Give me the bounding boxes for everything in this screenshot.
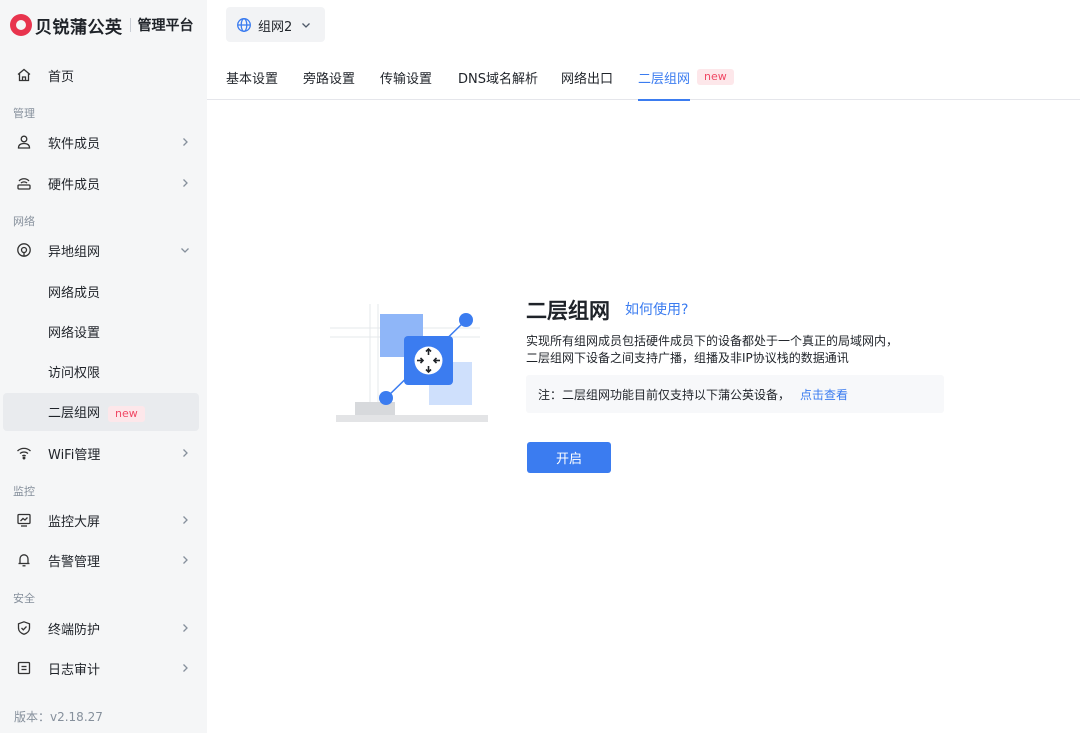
network-icon bbox=[16, 242, 32, 258]
brand-divider bbox=[129, 18, 131, 32]
sidebar-section-monitor: 监控 bbox=[13, 485, 35, 498]
sidebar-item-wifi-management[interactable]: WiFi管理 bbox=[3, 434, 199, 472]
sidebar-item-label: 网络设置 bbox=[48, 325, 101, 341]
tab-basic-settings[interactable]: 基本设置 bbox=[226, 68, 278, 100]
sidebar-item-label: 告警管理 bbox=[48, 554, 101, 570]
version-label: 版本：v2.18.27 bbox=[14, 710, 103, 724]
chevron-right-icon bbox=[179, 554, 191, 566]
supported-devices-note: 注：二层组网功能目前仅支持以下蒲公英设备， 点击查看 bbox=[526, 375, 944, 413]
sidebar-section-security: 安全 bbox=[13, 592, 35, 605]
chevron-down-icon bbox=[179, 244, 191, 256]
sidebar-item-remote-network[interactable]: 异地组网 bbox=[3, 231, 199, 269]
chevron-right-icon bbox=[179, 662, 191, 674]
feature-description-line: 二层组网下设备之间支持广播，组播及非IP协议栈的数据通讯 bbox=[526, 351, 849, 365]
sidebar-item-label: 软件成员 bbox=[48, 136, 101, 152]
sidebar-section-network: 网络 bbox=[13, 215, 35, 228]
sidebar-item-label: 日志审计 bbox=[48, 662, 101, 678]
sidebar-item-label: 终端防护 bbox=[48, 622, 101, 638]
sidebar-item-layer2-network[interactable]: 二层组网 new bbox=[3, 393, 199, 431]
sidebar-item-network-members[interactable]: 网络成员 bbox=[3, 272, 199, 310]
feature-description-line: 实现所有组网成员包括硬件成员下的设备都处于一个真正的局域网内， bbox=[526, 334, 899, 348]
chevron-right-icon bbox=[179, 177, 191, 189]
sidebar-item-label: 异地组网 bbox=[48, 244, 101, 260]
enable-button[interactable]: 开启 bbox=[527, 442, 611, 473]
tab-bypass-settings[interactable]: 旁路设置 bbox=[303, 68, 355, 100]
home-icon bbox=[16, 67, 32, 83]
shield-icon bbox=[16, 620, 32, 636]
sidebar: 贝锐蒲公英 管理平台 首页 管理 软件成员 硬件成员 网络 异地组网 网络成员 … bbox=[0, 0, 207, 733]
sidebar-item-log-audit[interactable]: 日志审计 bbox=[3, 649, 199, 687]
tab-dns-resolution[interactable]: DNS域名解析 bbox=[458, 68, 538, 100]
wifi-icon bbox=[16, 445, 32, 461]
sidebar-item-label: 访问权限 bbox=[48, 365, 101, 381]
sidebar-item-access-control[interactable]: 访问权限 bbox=[3, 352, 199, 390]
user-icon bbox=[16, 134, 32, 150]
sidebar-item-network-settings[interactable]: 网络设置 bbox=[3, 312, 199, 350]
tab-network-exit[interactable]: 网络出口 bbox=[561, 68, 613, 100]
chevron-right-icon bbox=[179, 447, 191, 459]
network-selector[interactable]: 组网2 bbox=[226, 7, 325, 42]
sidebar-item-endpoint-protection[interactable]: 终端防护 bbox=[3, 609, 199, 647]
sidebar-item-label: 首页 bbox=[48, 69, 75, 85]
sidebar-item-label: 二层组网 bbox=[48, 406, 101, 422]
sidebar-item-hardware-members[interactable]: 硬件成员 bbox=[3, 164, 199, 202]
new-badge: new bbox=[108, 405, 145, 422]
monitor-icon bbox=[16, 512, 32, 528]
bell-icon bbox=[16, 552, 32, 568]
sidebar-item-home[interactable]: 首页 bbox=[3, 56, 199, 94]
tab-label: 二层组网 bbox=[638, 72, 691, 87]
sidebar-item-label: 硬件成员 bbox=[48, 177, 101, 193]
chevron-right-icon bbox=[179, 136, 191, 148]
chevron-right-icon bbox=[179, 622, 191, 634]
feature-description: 实现所有组网成员包括硬件成员下的设备都处于一个真正的局域网内， 二层组网下设备之… bbox=[526, 333, 898, 367]
brand-logo[interactable]: 贝锐蒲公英 管理平台 bbox=[10, 12, 194, 38]
sidebar-item-monitor-screen[interactable]: 监控大屏 bbox=[3, 501, 199, 539]
chevron-right-icon bbox=[179, 514, 191, 526]
log-icon bbox=[16, 660, 32, 676]
chevron-down-icon bbox=[300, 19, 312, 31]
brand-name: 贝锐蒲公英 bbox=[35, 17, 123, 38]
sidebar-item-label: 网络成员 bbox=[48, 285, 101, 301]
sidebar-item-label: 监控大屏 bbox=[48, 514, 101, 530]
view-devices-link[interactable]: 点击查看 bbox=[800, 386, 848, 403]
tab-layer2-network[interactable]: 二层组网 bbox=[638, 68, 691, 101]
new-badge: new bbox=[697, 69, 734, 85]
tab-transfer-settings[interactable]: 传输设置 bbox=[380, 68, 432, 100]
router-icon bbox=[16, 175, 32, 191]
globe-icon bbox=[236, 17, 252, 33]
settings-tabs: 基本设置 旁路设置 传输设置 DNS域名解析 网络出口 二层组网 new bbox=[207, 60, 1080, 101]
note-text: 注：二层组网功能目前仅支持以下蒲公英设备， bbox=[538, 387, 791, 402]
brand-logo-icon bbox=[10, 14, 32, 36]
sidebar-item-alert-management[interactable]: 告警管理 bbox=[3, 541, 199, 579]
layer2-network-illustration bbox=[330, 300, 492, 425]
feature-title: 二层组网 bbox=[526, 299, 610, 323]
brand-subtitle: 管理平台 bbox=[137, 18, 194, 34]
sidebar-item-label: WiFi管理 bbox=[48, 447, 101, 463]
sidebar-section-manage: 管理 bbox=[13, 107, 35, 120]
sidebar-item-software-members[interactable]: 软件成员 bbox=[3, 123, 199, 161]
network-selector-label: 组网2 bbox=[258, 20, 293, 35]
how-to-use-link[interactable]: 如何使用? bbox=[625, 299, 688, 319]
